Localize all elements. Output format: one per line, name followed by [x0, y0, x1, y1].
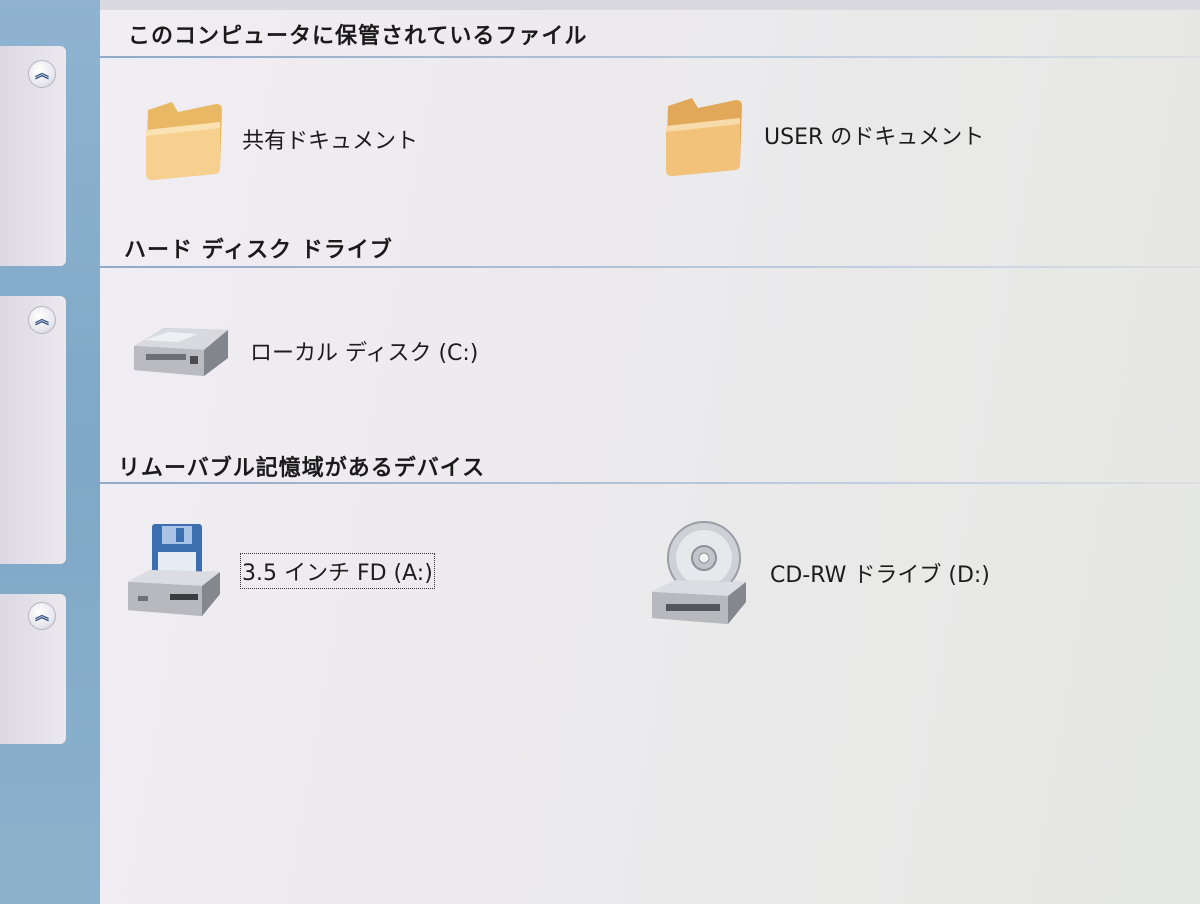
group-divider: [100, 266, 1200, 268]
collapse-up-icon[interactable]: ︽: [28, 306, 56, 334]
drive-item-floppy-a[interactable]: 3.5 インチ FD (A:): [124, 522, 435, 620]
task-pane: ︽ ︽ ︽: [0, 0, 100, 904]
task-panel-1: ︽: [0, 46, 66, 266]
item-label: ローカル ディスク (C:): [250, 341, 479, 366]
group-divider: [100, 56, 1200, 58]
group-header-removable: リムーバブル記憶域があるデバイス: [118, 456, 486, 481]
explorer-window: ︽ ︽ ︽ このコンピュータに保管されているファイル 共有ドキュメント USER…: [0, 0, 1200, 904]
group-divider: [100, 482, 1200, 484]
item-label: CD-RW ドライブ (D:): [770, 563, 990, 588]
collapse-up-icon[interactable]: ︽: [28, 602, 56, 630]
folder-icon: [666, 98, 742, 176]
folder-icon: [146, 102, 222, 180]
hard-disk-icon: [134, 328, 228, 376]
task-panel-2: ︽: [0, 296, 66, 564]
task-panel-3: ︽: [0, 594, 66, 744]
item-label: 共有ドキュメント: [242, 129, 419, 154]
folder-item-shared-documents[interactable]: 共有ドキュメント: [144, 96, 418, 182]
cd-drive-icon: [652, 521, 746, 624]
floppy-drive-icon: [128, 524, 220, 616]
group-header-stored-files: このコンピュータに保管されているファイル: [128, 24, 588, 49]
item-label: 3.5 インチ FD (A:): [240, 553, 435, 589]
group-header-hard-disk: ハード ディスク ドライブ: [124, 238, 393, 263]
top-divider: [100, 0, 1200, 10]
drive-item-local-disk-c[interactable]: ローカル ディスク (C:): [128, 320, 478, 382]
item-label: USER のドキュメント: [764, 125, 985, 150]
drive-item-cd-rw-d[interactable]: CD-RW ドライブ (D:): [648, 518, 990, 628]
file-view: このコンピュータに保管されているファイル 共有ドキュメント USER のドキュメ…: [100, 0, 1200, 904]
collapse-up-icon[interactable]: ︽: [28, 60, 56, 88]
folder-item-user-documents[interactable]: USER のドキュメント: [662, 92, 984, 178]
